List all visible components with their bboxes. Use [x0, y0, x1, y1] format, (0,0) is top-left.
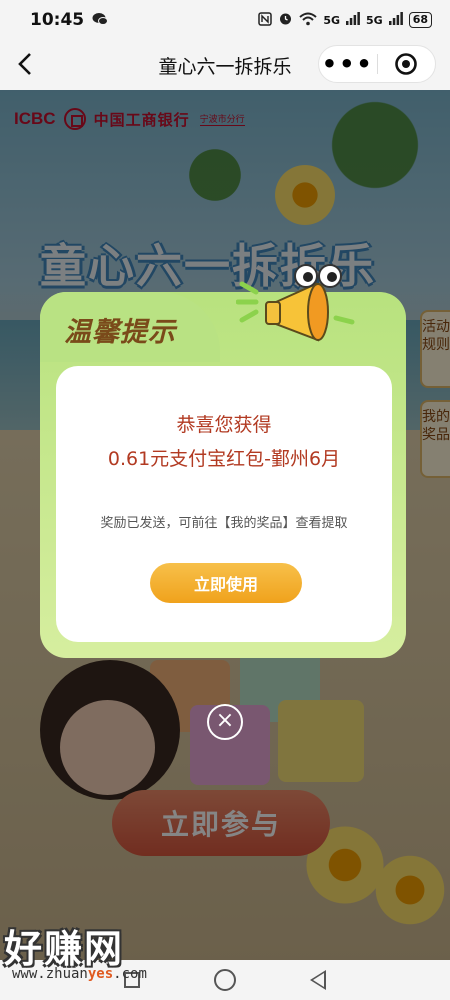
- megaphone-mascot-icon: [235, 262, 356, 352]
- prize-text: 0.61元支付宝红包-鄞州6月: [107, 448, 341, 470]
- watermark-url-prefix: www.zhuan: [12, 966, 88, 982]
- status-bar: 10:45 5G 5G 68: [0, 0, 450, 40]
- nav-back-icon[interactable]: [310, 970, 326, 990]
- more-options-button[interactable]: •••: [319, 52, 377, 76]
- message-icon: [92, 11, 109, 30]
- watermark-text: 好赚网: [4, 927, 125, 971]
- use-now-button[interactable]: 立即使用: [150, 563, 302, 603]
- close-mini-program-button[interactable]: [378, 52, 436, 76]
- home-icon[interactable]: [214, 969, 236, 991]
- alarm-icon: [278, 11, 293, 29]
- nfc-icon: [258, 11, 273, 29]
- network-label-2: 5G: [366, 13, 383, 27]
- signal-icon-2: [388, 12, 403, 28]
- close-icon[interactable]: ×: [207, 704, 243, 740]
- target-icon: [395, 53, 418, 75]
- watermark-url: www.zhuanyes.com: [12, 966, 147, 982]
- signal-icon-1: [346, 12, 360, 28]
- modal-heading: 温馨提示: [60, 310, 180, 349]
- mini-program-header: 童心六一拆拆乐 •••: [0, 40, 450, 90]
- more-icon: •••: [321, 50, 374, 78]
- network-label-1: 5G: [323, 13, 340, 27]
- watermark-url-highlight: yes: [87, 966, 114, 982]
- congrats-text: 恭喜您获得: [176, 414, 272, 436]
- notice-text: 奖励已发送，可前往【我的奖品】查看提取: [100, 516, 348, 531]
- wifi-icon: [299, 12, 317, 29]
- watermark-url-suffix: .com: [113, 966, 147, 982]
- status-time: 10:45: [30, 10, 85, 30]
- capsule-menu: •••: [318, 45, 436, 83]
- battery-indicator: 68: [408, 12, 432, 28]
